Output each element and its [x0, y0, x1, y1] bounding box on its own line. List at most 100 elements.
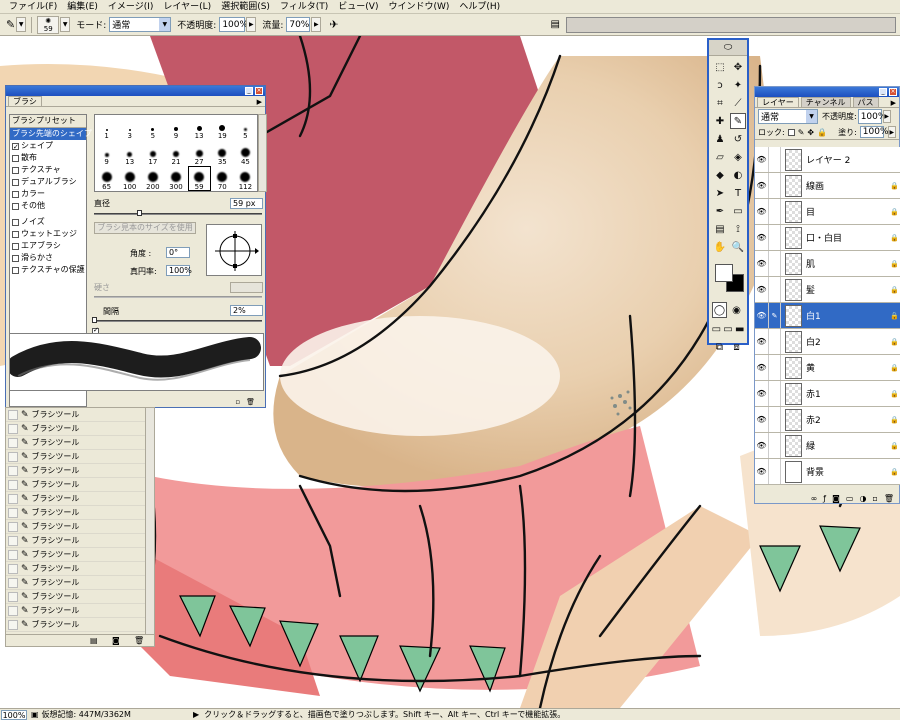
flow-slider-button[interactable]: ▶ — [311, 17, 322, 32]
lock-paint-icon[interactable]: ✎ — [798, 128, 805, 137]
lock-move-icon[interactable]: ✥ — [807, 128, 814, 137]
bucket-tool-icon[interactable]: ◈ — [730, 149, 746, 165]
opacity-slider-button[interactable]: ▶ — [246, 17, 257, 32]
eraser-tool-icon[interactable]: ▱ — [712, 149, 728, 165]
brush-preset-cell[interactable]: 300 — [164, 166, 187, 191]
history-row[interactable]: ✎ ブラシツール — [6, 492, 154, 506]
eye-icon[interactable]: 👁 — [755, 277, 769, 302]
history-row[interactable]: ✎ ブラシツール — [6, 450, 154, 464]
eye-icon[interactable]: 👁 — [755, 225, 769, 250]
adjustment-layer-icon[interactable]: ◑ — [859, 494, 866, 503]
history-row[interactable]: ✎ ブラシツール — [6, 590, 154, 604]
brush-option-checkbox[interactable] — [12, 154, 19, 162]
brush-tool-icon[interactable]: ✎ — [6, 18, 15, 31]
brush-icon[interactable]: ✎ — [769, 303, 781, 328]
history-row[interactable]: ✎ ブラシツール — [6, 422, 154, 436]
history-row[interactable]: ✎ ブラシツール — [6, 408, 154, 422]
brush-option-checkbox[interactable] — [12, 190, 19, 198]
brush-preset-cell[interactable]: 17 — [141, 140, 164, 166]
zoom-tool-icon[interactable]: 🔍 — [730, 239, 746, 255]
eye-icon[interactable]: 👁 — [755, 459, 769, 484]
spacing-slider[interactable] — [94, 320, 262, 322]
fill-slider-button[interactable]: ▶ — [887, 126, 896, 138]
lock-all-icon[interactable]: 🔒 — [817, 128, 827, 137]
history-source-box[interactable] — [8, 605, 18, 616]
eye-icon[interactable]: 👁 — [755, 147, 769, 172]
brush-option-checkbox[interactable] — [12, 166, 19, 174]
new-snapshot-icon[interactable]: ◙ — [112, 636, 120, 645]
diameter-slider[interactable] — [94, 213, 262, 215]
tab-layers-0[interactable]: レイヤー — [757, 97, 799, 107]
brush-option-4[interactable]: カラー — [10, 188, 86, 200]
history-source-box[interactable] — [8, 465, 18, 476]
brush-option-1[interactable]: 散布 — [10, 152, 86, 164]
layer-mask-icon[interactable]: ◙ — [832, 494, 840, 503]
history-row[interactable]: ✎ ブラシツール — [6, 534, 154, 548]
brush-panel-titlebar[interactable]: _ × — [6, 86, 265, 96]
brush-option-10[interactable]: テクスチャの保護 — [10, 264, 86, 276]
brush-picker[interactable]: ✺ 59 — [37, 15, 60, 34]
layer-row[interactable]: 👁 肌 🔒 — [755, 251, 900, 277]
brush-option-checkbox[interactable] — [12, 178, 19, 186]
layer-row[interactable]: 👁 白2 🔒 — [755, 329, 900, 355]
new-layer-icon[interactable]: ▫ — [872, 494, 877, 503]
link-slot[interactable] — [769, 225, 781, 250]
history-source-box[interactable] — [8, 437, 18, 448]
create-brush-icon[interactable]: ▫ — [235, 398, 240, 406]
link-slot[interactable] — [769, 277, 781, 302]
menu-item-7[interactable]: ウインドウ(W) — [383, 0, 454, 14]
screen-mode-menubar-icon[interactable]: ▭ — [723, 321, 734, 337]
angle-input[interactable]: 0° — [166, 247, 190, 258]
brush-option-8[interactable]: エアブラシ — [10, 240, 86, 252]
opacity-input[interactable]: 100% — [219, 17, 248, 32]
link-slot[interactable] — [769, 381, 781, 406]
brush-preset-cell[interactable]: 5 — [234, 115, 257, 140]
brush-option-2[interactable]: テクスチャ — [10, 164, 86, 176]
brush-preset-cell[interactable]: 19 — [211, 115, 234, 140]
link-slot[interactable] — [769, 199, 781, 224]
path-select-icon[interactable]: ➤ — [712, 185, 728, 201]
roundness-input[interactable]: 100% — [166, 265, 192, 276]
history-row[interactable]: ✎ ブラシツール — [6, 604, 154, 618]
layer-row[interactable]: 👁 レイヤー 2 — [755, 147, 900, 173]
layer-row[interactable]: 👁 赤2 🔒 — [755, 407, 900, 433]
history-source-box[interactable] — [8, 409, 18, 420]
screen-mode-standard-icon[interactable]: ▭ — [711, 321, 722, 337]
layer-row[interactable]: 👁 線画 🔒 — [755, 173, 900, 199]
brush-preset-grid[interactable]: 1 3 5 9 13 19 5 9 13 17 21 27 35 45 65 100 200 300 59 70 112 — [94, 114, 258, 192]
brush-option-checkbox[interactable] — [12, 218, 19, 226]
brush-preset-cell[interactable]: 1 — [95, 115, 118, 140]
brush-option-6[interactable]: ノイズ — [10, 216, 86, 228]
history-source-box[interactable] — [8, 479, 18, 490]
history-source-box[interactable] — [8, 535, 18, 546]
layer-row[interactable]: 👁 緑 🔒 — [755, 433, 900, 459]
menu-item-0[interactable]: ファイル(F) — [4, 0, 62, 14]
spacing-slider-thumb[interactable] — [92, 317, 97, 323]
layer-row[interactable]: 👁 背景 🔒 — [755, 459, 900, 485]
layer-row[interactable]: 👁 目 🔒 — [755, 199, 900, 225]
new-group-icon[interactable]: ▭ — [846, 494, 854, 503]
tab-layers-2[interactable]: パス — [852, 97, 879, 107]
history-row[interactable]: ✎ ブラシツール — [6, 520, 154, 534]
foreground-color-swatch[interactable] — [715, 264, 733, 282]
hand-tool-icon[interactable]: ✋ — [712, 239, 728, 255]
eyedropper-icon[interactable]: ⟟ — [730, 221, 746, 237]
brush-preset-cell[interactable]: 27 — [188, 140, 211, 166]
brush-option-3[interactable]: デュアルブラシ — [10, 176, 86, 188]
history-row[interactable]: ✎ ブラシツール — [6, 506, 154, 520]
brush-option-7[interactable]: ウェットエッジ — [10, 228, 86, 240]
history-source-box[interactable] — [8, 563, 18, 574]
layers-panel-titlebar[interactable]: _ × — [755, 87, 899, 97]
fill-input[interactable]: 100% — [859, 126, 889, 138]
layer-opacity-input[interactable]: 100% — [857, 109, 886, 124]
history-row[interactable]: ✎ ブラシツール — [6, 618, 154, 632]
blur-tool-icon[interactable]: ◆ — [712, 167, 728, 183]
history-source-box[interactable] — [8, 549, 18, 560]
panel-menu-arrow-icon[interactable]: ▶ — [257, 98, 262, 106]
history-source-box[interactable] — [8, 619, 18, 630]
brush-tip-shape-item[interactable]: ブラシ先端のシェイプ — [10, 128, 92, 140]
history-row[interactable]: ✎ ブラシツール — [6, 548, 154, 562]
magic-wand-icon[interactable]: ✦ — [730, 77, 746, 93]
palette-well-icon[interactable]: ▤ — [551, 19, 560, 30]
link-slot[interactable] — [769, 407, 781, 432]
